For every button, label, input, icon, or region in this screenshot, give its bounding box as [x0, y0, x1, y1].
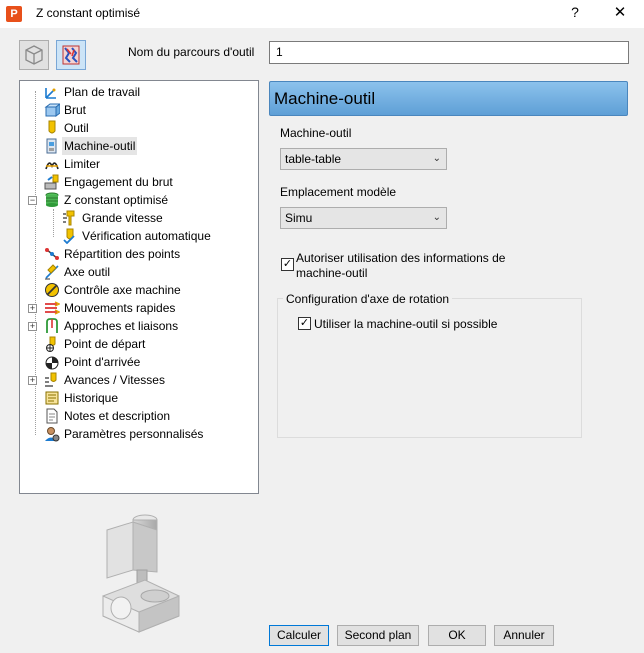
close-button[interactable]: ✕	[610, 3, 630, 21]
toolpath-wire-button[interactable]	[19, 40, 49, 70]
panel-header: Machine-outil	[269, 81, 628, 116]
notes-icon	[46, 408, 58, 424]
machine-tool-illustration	[102, 514, 180, 633]
axis-control-icon	[45, 283, 59, 297]
use-machine-checkbox[interactable]: ✓	[298, 317, 311, 330]
point-distribution-icon	[45, 248, 59, 260]
start-point-icon	[46, 336, 56, 352]
cancel-button[interactable]: Annuler	[494, 625, 554, 646]
machine-select[interactable]: table-table ⌄	[280, 148, 447, 170]
help-button[interactable]: ?	[566, 4, 584, 20]
stock-engagement-icon	[44, 174, 59, 190]
ok-button[interactable]: OK	[428, 625, 486, 646]
location-select-value: Simu	[285, 211, 313, 225]
auto-verify-icon	[63, 228, 75, 244]
history-icon	[45, 391, 59, 405]
user-parameters-icon	[45, 427, 60, 442]
allow-machine-checkbox[interactable]: ✓	[281, 258, 294, 271]
tool-axis-icon	[45, 264, 59, 280]
leads-links-icon	[46, 318, 58, 333]
expander-leads-links[interactable]: +	[28, 322, 37, 331]
machine-label: Machine-outil	[280, 126, 352, 140]
toolpath-name-input[interactable]: 1	[269, 41, 629, 64]
settings-tree: Plan de travail Brut Outil Machine-outil…	[19, 80, 259, 494]
expander-feeds-speeds[interactable]: +	[28, 376, 37, 385]
allow-machine-label-line2: machine-outil	[296, 266, 368, 280]
expander-constant-z[interactable]: −	[28, 196, 37, 205]
limit-icon	[45, 162, 59, 170]
title-bar: P Z constant optimisé ? ✕	[0, 0, 644, 28]
use-machine-label: Utiliser la machine-outil si possible	[314, 317, 498, 331]
location-select[interactable]: Simu ⌄	[280, 207, 447, 229]
toolpath-wire-icon	[25, 45, 43, 65]
toolpath-shaded-button[interactable]	[56, 40, 86, 70]
block-icon	[44, 103, 60, 117]
expander-rapid-moves[interactable]: +	[28, 304, 37, 313]
machine-tool-icon	[46, 138, 57, 154]
high-speed-icon	[63, 210, 75, 226]
chevron-down-icon: ⌄	[432, 153, 441, 164]
rotation-config-title: Configuration d'axe de rotation	[283, 292, 453, 306]
calculate-button[interactable]: Calculer	[269, 625, 329, 646]
end-point-icon	[45, 356, 59, 370]
app-icon: P	[6, 6, 22, 22]
toolpath-shaded-icon	[62, 45, 80, 65]
rapid-moves-icon	[45, 301, 60, 315]
machine-select-value: table-table	[285, 152, 342, 166]
allow-machine-label-line1: Autoriser utilisation des informations d…	[296, 251, 506, 265]
tool-icon	[48, 120, 56, 134]
feeds-speeds-icon	[45, 372, 57, 387]
window-title: Z constant optimisé	[36, 6, 141, 20]
queue-button[interactable]: Second plan	[337, 625, 419, 646]
toolpath-name-label: Nom du parcours d'outil	[128, 45, 255, 59]
workplane-icon	[45, 88, 56, 99]
chevron-down-icon: ⌄	[432, 212, 441, 223]
constant-z-icon	[45, 192, 59, 207]
location-label: Emplacement modèle	[280, 185, 397, 199]
